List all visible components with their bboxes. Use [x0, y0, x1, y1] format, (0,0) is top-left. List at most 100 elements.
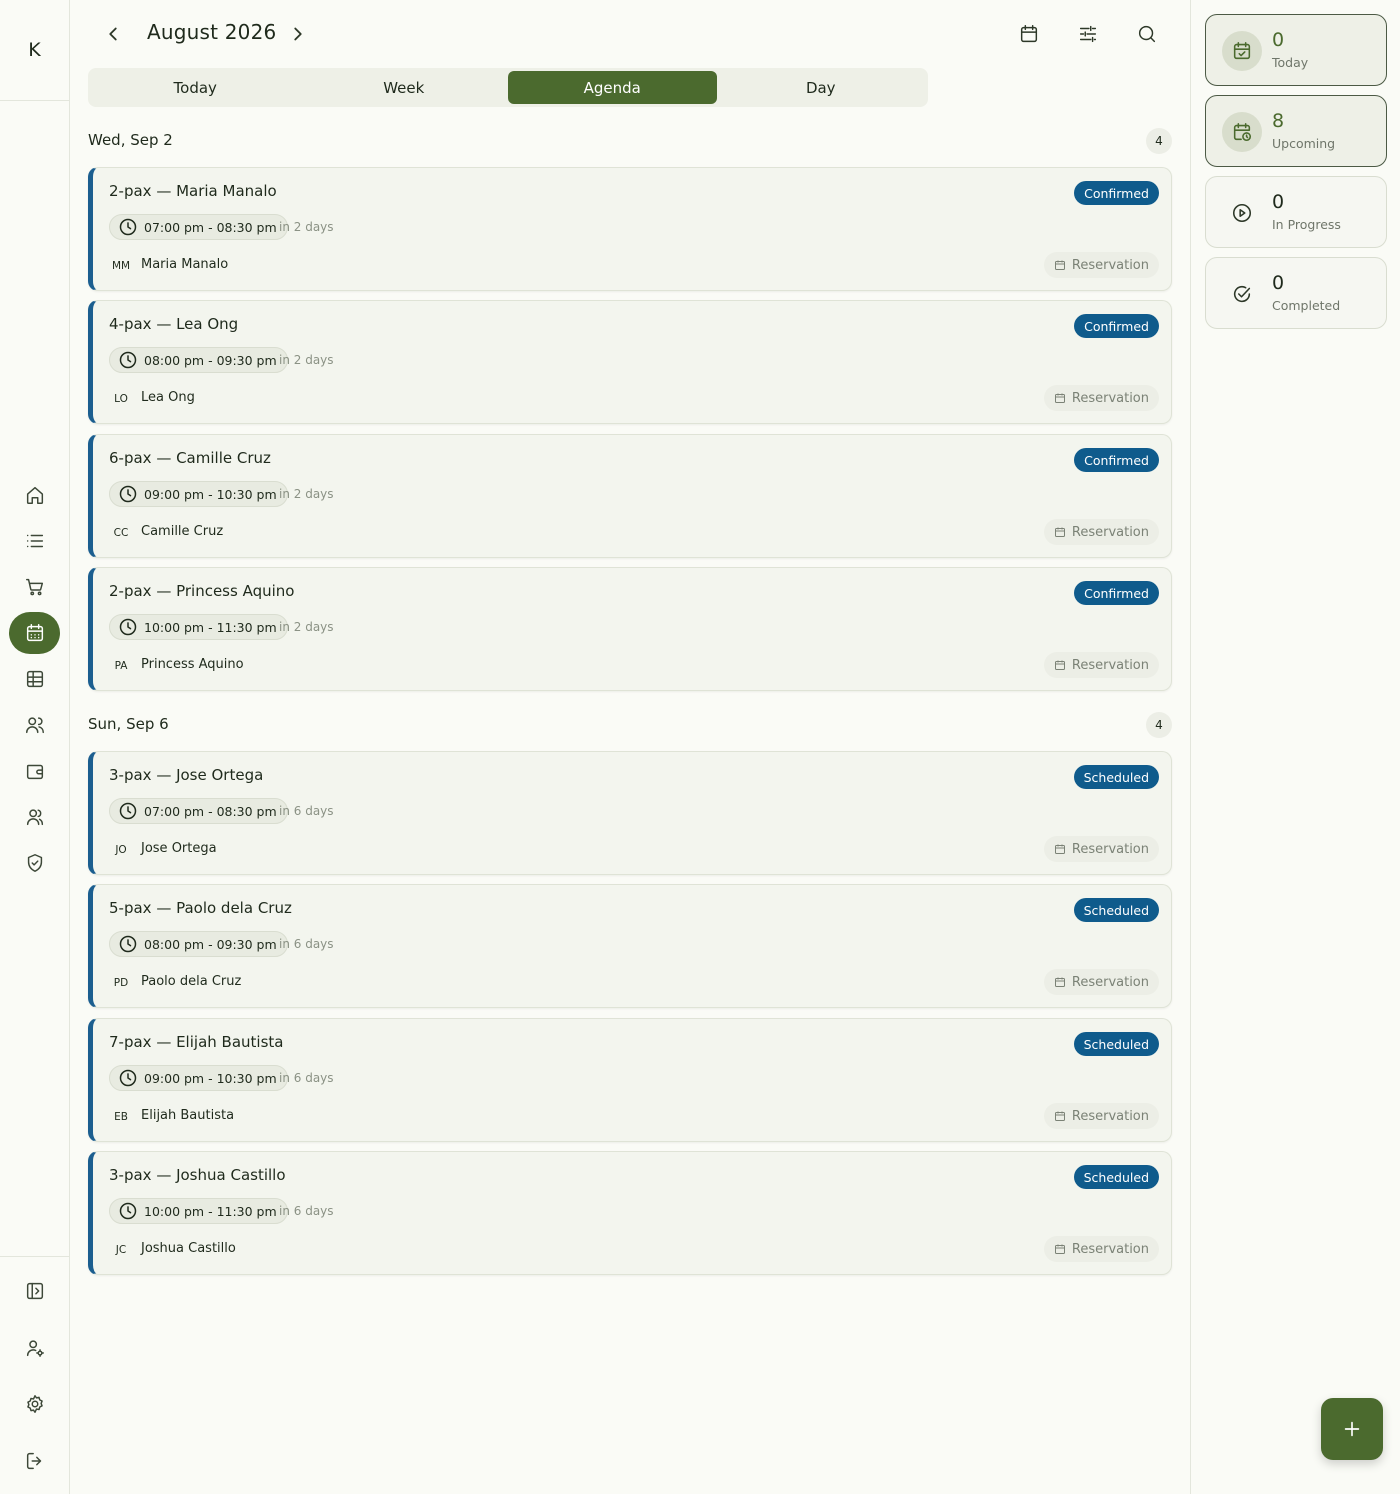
- sidebar-item-account[interactable]: [9, 1327, 60, 1369]
- calendar-small-icon: [1054, 660, 1065, 670]
- sidebar-item-calendar[interactable]: [9, 612, 60, 654]
- calendar-small-icon: [1054, 977, 1065, 987]
- reservation-card[interactable]: 3-pax — Jose Ortega Scheduled 07:00 pm -…: [88, 751, 1172, 875]
- relative-time: in 2 days: [279, 620, 334, 634]
- time-range: 08:00 pm - 09:30 pm: [109, 931, 288, 957]
- type-badge: Reservation: [1043, 252, 1159, 278]
- sidebar-divider: [0, 1256, 69, 1257]
- day-heading: Wed, Sep 2: [88, 131, 173, 149]
- avatar: LO: [114, 393, 128, 405]
- reservation-card[interactable]: 2-pax — Princess Aquino Confirmed 10:00 …: [88, 567, 1172, 691]
- sidebar-item-customers[interactable]: [9, 704, 60, 746]
- status-badge: Scheduled: [1073, 765, 1159, 789]
- guest-name: Jose Ortega: [141, 841, 217, 856]
- stat-card-upcoming[interactable]: 8 Upcoming: [1205, 95, 1387, 167]
- avatar: JC: [115, 1244, 127, 1256]
- time-range-text: 10:00 pm - 11:30 pm: [144, 619, 277, 635]
- sidebar: K: [0, 0, 70, 1494]
- sidebar-item-logout[interactable]: [9, 1440, 60, 1482]
- reservation-card[interactable]: 6-pax — Camille Cruz Confirmed 09:00 pm …: [88, 434, 1172, 558]
- relative-time: in 2 days: [279, 353, 334, 367]
- add-reservation-button[interactable]: [1321, 1398, 1383, 1460]
- check-circle-icon: [1222, 274, 1262, 314]
- calendar-picker-button[interactable]: [1015, 20, 1043, 48]
- status-badge: Scheduled: [1073, 1032, 1159, 1056]
- reservation-title: 7-pax — Elijah Bautista: [109, 1033, 284, 1051]
- reservation-card[interactable]: 3-pax — Joshua Castillo Scheduled 10:00 …: [88, 1151, 1172, 1275]
- stat-card-in-progress[interactable]: 0 In Progress: [1205, 176, 1387, 248]
- app-logo[interactable]: K: [0, 0, 69, 101]
- stat-value: 0: [1272, 29, 1285, 51]
- type-badge: Reservation: [1043, 385, 1159, 411]
- calendar-icon: [26, 624, 43, 642]
- tab-today[interactable]: Today: [91, 71, 300, 104]
- shield-check-icon: [27, 854, 42, 872]
- chevron-right-icon: [294, 27, 302, 41]
- reservation-card[interactable]: 5-pax — Paolo dela Cruz Scheduled 08:00 …: [88, 884, 1172, 1008]
- guest-name: Joshua Castillo: [141, 1241, 236, 1256]
- sidebar-item-staff[interactable]: [9, 796, 60, 838]
- type-label: Reservation: [1071, 974, 1149, 990]
- type-badge: Reservation: [1043, 519, 1159, 545]
- reservation-card[interactable]: 4-pax — Lea Ong Confirmed 08:00 pm - 09:…: [88, 300, 1172, 424]
- sidebar-item-wallet[interactable]: [9, 750, 60, 792]
- table-grid-icon: [26, 670, 43, 688]
- reservation-card[interactable]: 7-pax — Elijah Bautista Scheduled 09:00 …: [88, 1018, 1172, 1142]
- stats-panel: 0 Today 8 Upcoming 0 In Progress 0 Compl…: [1190, 0, 1400, 1494]
- time-range: 07:00 pm - 08:30 pm: [109, 798, 288, 824]
- time-range: 09:00 pm - 10:30 pm: [109, 1065, 288, 1091]
- relative-time: in 2 days: [279, 487, 334, 501]
- reservation-title: 2-pax — Maria Manalo: [109, 182, 277, 200]
- time-range: 10:00 pm - 11:30 pm: [109, 1198, 288, 1224]
- clock-icon: [119, 618, 137, 636]
- reservation-title: 6-pax — Camille Cruz: [109, 449, 271, 467]
- time-range-text: 09:00 pm - 10:30 pm: [144, 1070, 277, 1086]
- relative-time: in 6 days: [279, 1204, 334, 1218]
- sidebar-item-tables[interactable]: [9, 658, 60, 700]
- clock-icon: [119, 485, 137, 503]
- type-badge: Reservation: [1043, 1236, 1159, 1262]
- next-month-button[interactable]: [285, 22, 311, 46]
- relative-time: in 6 days: [279, 1071, 334, 1085]
- prev-month-button[interactable]: [100, 22, 126, 46]
- day-count-badge: 4: [1146, 712, 1172, 738]
- reservation-card[interactable]: 2-pax — Maria Manalo Confirmed 07:00 pm …: [88, 167, 1172, 291]
- stat-card-today[interactable]: 0 Today: [1205, 14, 1387, 86]
- sidebar-toggle-button[interactable]: [9, 1270, 60, 1312]
- time-range-text: 10:00 pm - 11:30 pm: [144, 1203, 277, 1219]
- sidebar-item-list[interactable]: [9, 520, 60, 562]
- relative-time: in 2 days: [279, 220, 334, 234]
- time-range-text: 07:00 pm - 08:30 pm: [144, 803, 277, 819]
- type-label: Reservation: [1071, 1241, 1149, 1257]
- stat-value: 0: [1272, 272, 1285, 294]
- tab-agenda[interactable]: Agenda: [508, 71, 717, 104]
- sidebar-item-orders[interactable]: [9, 566, 60, 608]
- type-label: Reservation: [1071, 657, 1149, 673]
- tab-week[interactable]: Week: [300, 71, 509, 104]
- type-badge: Reservation: [1043, 1103, 1159, 1129]
- sidebar-item-settings[interactable]: [9, 1383, 60, 1425]
- tab-day[interactable]: Day: [717, 71, 926, 104]
- stat-label: Upcoming: [1272, 136, 1336, 151]
- guest-name: Camille Cruz: [141, 524, 224, 539]
- reservation-title: 3-pax — Joshua Castillo: [109, 1166, 286, 1184]
- status-badge: Confirmed: [1074, 448, 1159, 472]
- reservation-title: 4-pax — Lea Ong: [109, 315, 239, 333]
- stat-label: In Progress: [1272, 217, 1341, 232]
- sidebar-item-security[interactable]: [9, 842, 60, 884]
- calendar-small-icon: [1054, 844, 1065, 854]
- avatar: PA: [114, 660, 128, 672]
- user-settings-icon: [26, 1340, 44, 1357]
- stat-card-completed[interactable]: 0 Completed: [1205, 257, 1387, 329]
- stat-value: 0: [1272, 191, 1285, 213]
- type-label: Reservation: [1071, 390, 1149, 406]
- chevron-left-icon: [109, 27, 117, 41]
- filter-button[interactable]: [1074, 20, 1102, 48]
- search-button[interactable]: [1133, 20, 1161, 48]
- sidebar-item-home[interactable]: [9, 474, 60, 516]
- type-badge: Reservation: [1043, 969, 1159, 995]
- time-range-text: 08:00 pm - 09:30 pm: [144, 352, 277, 368]
- type-label: Reservation: [1071, 1108, 1149, 1124]
- panel-toggle-icon: [26, 1282, 43, 1300]
- play-circle-icon: [1222, 193, 1262, 233]
